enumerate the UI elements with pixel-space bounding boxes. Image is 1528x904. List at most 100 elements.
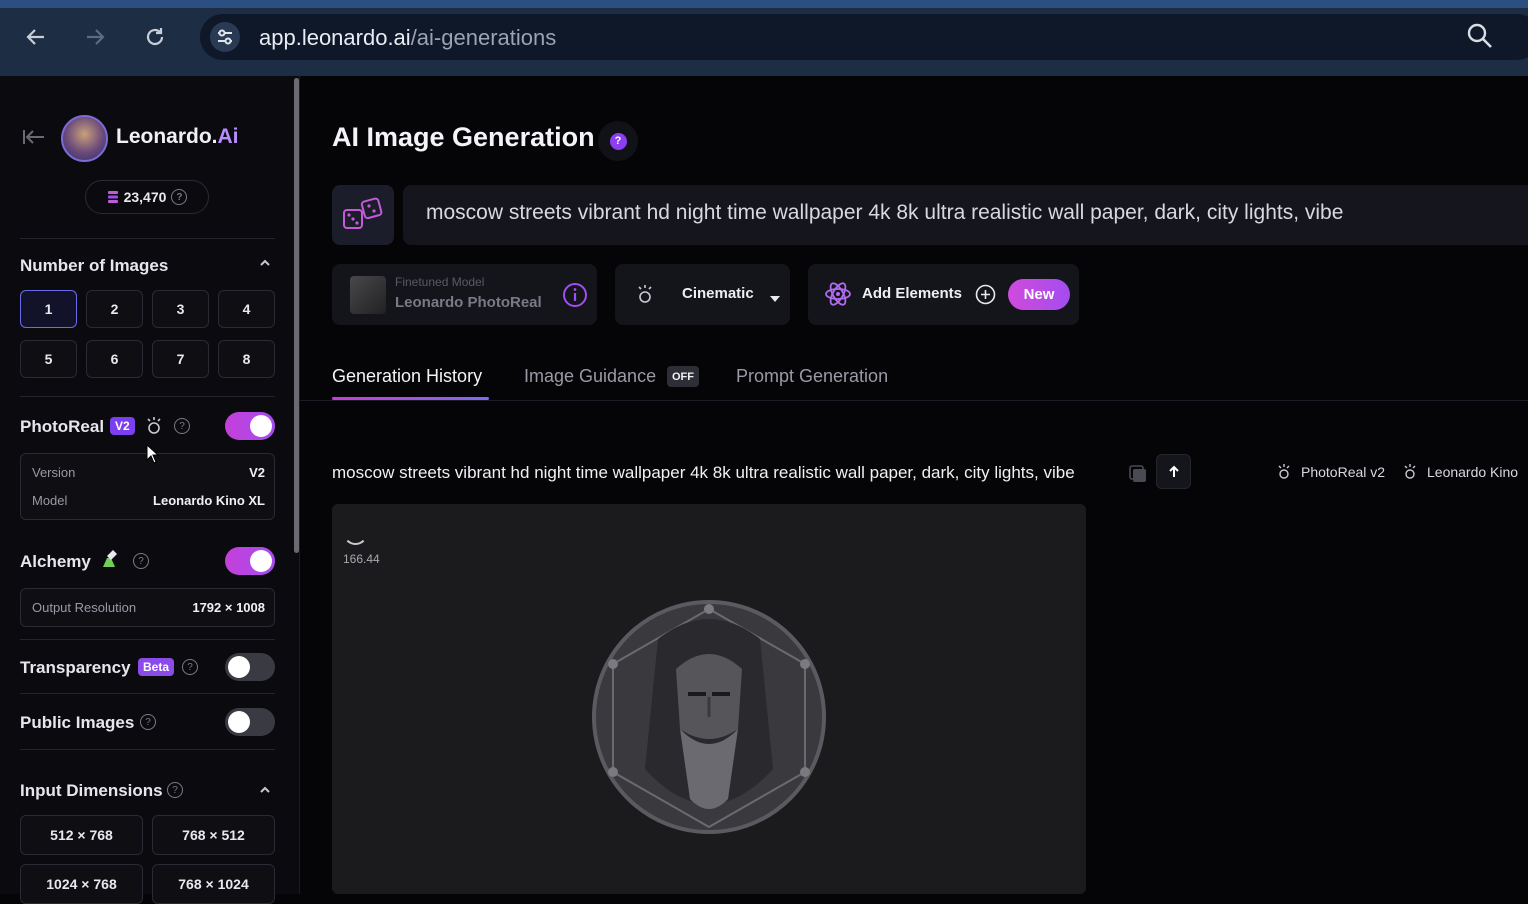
toggle-knob — [228, 711, 250, 733]
search-icon[interactable] — [1466, 22, 1494, 55]
num-images-6-button[interactable]: 6 — [86, 340, 143, 378]
mouse-cursor-icon — [146, 443, 160, 469]
version-value: V2 — [249, 465, 265, 480]
toggle-knob — [250, 550, 272, 572]
num-images-1-button[interactable]: 1 — [20, 290, 77, 328]
image-guidance-off-badge: OFF — [667, 366, 699, 387]
photoreal-label: PhotoReal — [20, 417, 105, 436]
divider — [20, 238, 275, 239]
chevron-up-icon[interactable] — [258, 256, 272, 275]
num-images-4-button[interactable]: 4 — [218, 290, 275, 328]
model-chip-name: Leonardo PhotoReal — [395, 294, 542, 311]
photoreal-help-icon[interactable]: ? — [174, 418, 190, 434]
brand-name-text: Leonardo. — [116, 125, 218, 148]
dimension-512x768-button[interactable]: 512 × 768 — [20, 815, 143, 855]
copy-icon[interactable] — [1127, 463, 1149, 490]
sidebar-scrollbar[interactable] — [294, 78, 299, 553]
tab-image-guidance[interactable]: Image Guidance — [524, 366, 656, 387]
browser-toolbar: app.leonardo.ai/ai-generations — [0, 0, 1528, 76]
alchemy-toggle[interactable] — [225, 547, 275, 575]
model-row: Model Leonardo Kino XL — [32, 493, 265, 508]
output-resolution-row: Output Resolution 1792 × 1008 — [32, 600, 265, 615]
url-host: app.leonardo.ai — [259, 25, 411, 50]
photoreal-tag: PhotoReal v2 — [1301, 464, 1386, 480]
random-prompt-button[interactable] — [332, 185, 394, 245]
output-resolution-box[interactable]: Output Resolution 1792 × 1008 — [20, 588, 275, 627]
alchemy-label: Alchemy — [20, 552, 91, 571]
address-bar[interactable]: app.leonardo.ai/ai-generations — [200, 14, 1528, 60]
input-dimensions-help-icon[interactable]: ? — [167, 782, 183, 798]
photoreal-toggle[interactable] — [225, 412, 275, 440]
reuse-prompt-button[interactable] — [1156, 454, 1191, 489]
divider — [20, 749, 275, 750]
tab-generation-history[interactable]: Generation History — [332, 366, 482, 387]
forward-icon[interactable] — [80, 22, 110, 52]
num-images-7-button[interactable]: 7 — [152, 340, 209, 378]
title-help-button[interactable]: ? — [598, 121, 638, 161]
model-tag: Leonardo Kino — [1427, 464, 1519, 480]
dimension-768x1024-button[interactable]: 768 × 1024 — [152, 864, 275, 904]
loading-spinner-icon — [343, 520, 368, 545]
token-credits[interactable]: 23,470 ? — [85, 180, 209, 214]
brand-suffix: Ai — [217, 125, 239, 148]
add-elements-label: Add Elements — [862, 285, 963, 302]
toggle-knob — [250, 415, 272, 437]
num-images-5-button[interactable]: 5 — [20, 340, 77, 378]
chevron-up-icon[interactable] — [258, 783, 272, 802]
alchemy-help-icon[interactable]: ? — [133, 553, 149, 569]
settings-sidebar: Leonardo.Ai 23,470 ? Number of Images 1 … — [0, 76, 300, 904]
style-preset-label: Cinematic — [682, 285, 754, 302]
brand-name: Leonardo.Ai — [116, 125, 239, 149]
add-elements-button[interactable]: Add Elements New — [808, 264, 1079, 325]
arrow-up-icon — [1168, 465, 1179, 477]
leonardo-placeholder-logo — [588, 599, 830, 840]
photoreal-sparkle-icon — [145, 416, 163, 441]
leonardo-logo-avatar — [61, 115, 108, 162]
plus-circle-icon — [975, 284, 996, 310]
toggle-knob — [228, 656, 250, 678]
public-images-toggle[interactable] — [225, 708, 275, 736]
new-badge: New — [1008, 279, 1070, 310]
style-preset-dropdown[interactable]: Cinematic — [615, 264, 790, 325]
url-path: /ai-generations — [410, 25, 557, 50]
num-images-2-button[interactable]: 2 — [86, 290, 143, 328]
credits-help-icon[interactable]: ? — [171, 189, 188, 205]
transparency-beta-badge: Beta — [138, 658, 175, 676]
collapse-sidebar-icon[interactable] — [22, 126, 48, 153]
num-images-8-button[interactable]: 8 — [218, 340, 275, 378]
dimension-768x512-button[interactable]: 768 × 512 — [152, 815, 275, 855]
divider — [20, 639, 275, 640]
generation-prompt-text: moscow streets vibrant hd night time wal… — [332, 463, 1075, 482]
output-resolution-key: Output Resolution — [32, 600, 137, 615]
caret-down-icon — [769, 290, 781, 308]
preset-sparkle-icon — [636, 283, 654, 310]
public-images-help-icon[interactable]: ? — [140, 714, 156, 730]
model-key: Model — [32, 493, 68, 508]
reload-icon[interactable] — [140, 22, 170, 52]
version-key: Version — [32, 465, 76, 480]
dimension-1024x768-button[interactable]: 1024 × 768 — [20, 864, 143, 904]
page-title: AI Image Generation — [332, 122, 595, 152]
site-settings-icon[interactable] — [210, 22, 240, 52]
photoreal-version-badge: V2 — [110, 417, 135, 435]
divider — [20, 396, 275, 397]
num-images-3-button[interactable]: 3 — [152, 290, 209, 328]
output-resolution-value: 1792 × 1008 — [192, 600, 265, 615]
tab-prompt-generation[interactable]: Prompt Generation — [736, 366, 888, 387]
tabs-divider — [300, 400, 1528, 401]
credits-count: 23,470 — [123, 189, 167, 205]
transparency-help-icon[interactable]: ? — [182, 659, 198, 675]
input-dimensions-title: Input Dimensions — [20, 781, 163, 800]
alchemy-flask-icon — [100, 548, 120, 575]
divider — [20, 693, 275, 694]
back-icon[interactable] — [21, 22, 51, 52]
finetuned-model-selector[interactable]: Finetuned Model Leonardo PhotoReal — [332, 264, 597, 325]
help-icon: ? — [609, 132, 627, 150]
main-content: AI Image Generation ? moscow streets vib… — [300, 76, 1528, 894]
info-icon[interactable] — [562, 282, 588, 313]
prompt-input[interactable]: moscow streets vibrant hd night time wal… — [403, 185, 1528, 245]
transparency-toggle[interactable] — [225, 653, 275, 681]
elapsed-time: 166.44 — [343, 552, 380, 566]
generation-loading-card[interactable]: 166.44 — [332, 504, 1086, 894]
url-text[interactable]: app.leonardo.ai/ai-generations — [259, 25, 556, 51]
